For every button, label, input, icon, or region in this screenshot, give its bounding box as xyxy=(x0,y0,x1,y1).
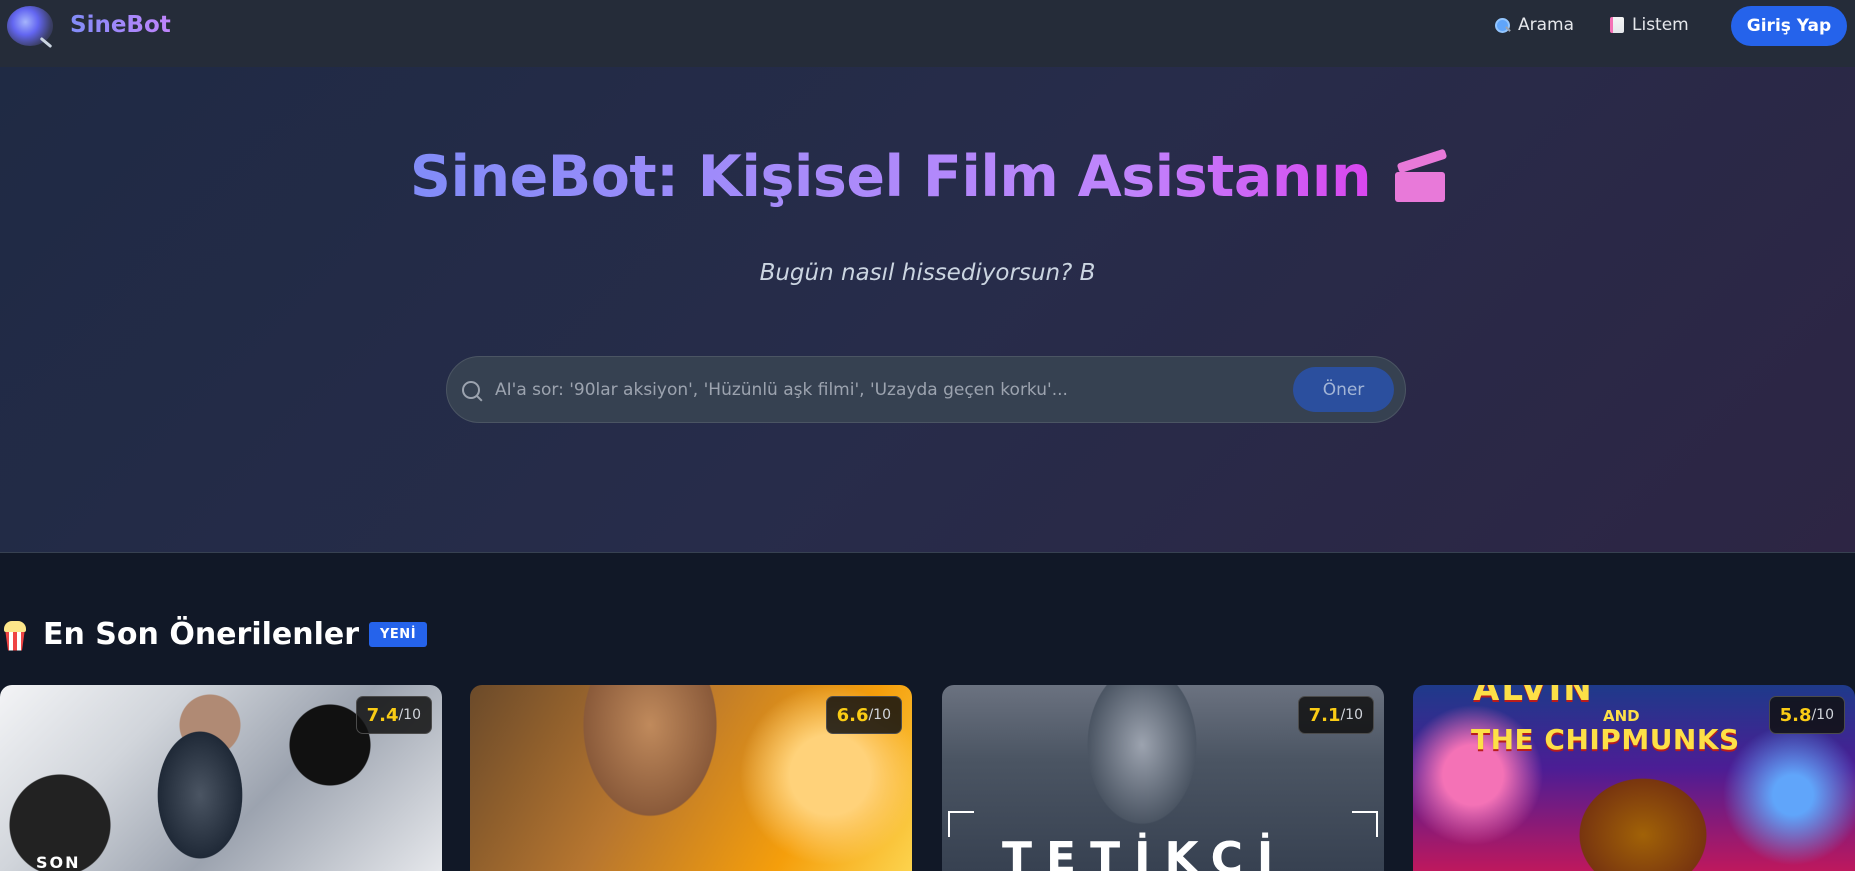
poster-title-text: TETİKÇİ xyxy=(1002,833,1288,871)
movie-card[interactable]: 6.6/10 xyxy=(470,685,912,871)
hero-title-text: SineBot: Kişisel Film Asistanın xyxy=(409,144,1372,210)
rating-max: /10 xyxy=(398,707,421,723)
clapperboard-icon xyxy=(1395,150,1446,202)
rating-score: 5.8 xyxy=(1779,704,1812,726)
film-reel-logo-icon xyxy=(7,6,53,46)
hero-section: SineBot: Kişisel Film Asistanın Bugün na… xyxy=(0,67,1855,553)
rating-max: /10 xyxy=(868,707,891,723)
nav-list-label: Listem xyxy=(1632,15,1689,35)
movie-card[interactable]: SON 7.4/10 xyxy=(0,685,442,871)
rating-badge: 7.4/10 xyxy=(355,696,432,734)
popcorn-icon xyxy=(3,619,27,651)
rating-badge: 5.8/10 xyxy=(1768,696,1845,734)
document-icon xyxy=(1610,17,1624,33)
movie-card[interactable]: ALVIN AND THE CHIPMUNKS 5.8/10 xyxy=(1413,685,1855,871)
rating-max: /10 xyxy=(1811,707,1834,723)
rating-badge: 6.6/10 xyxy=(825,696,902,734)
search-bar: Öner xyxy=(446,356,1406,423)
rating-max: /10 xyxy=(1340,707,1363,723)
new-badge: YENİ xyxy=(369,622,428,647)
section-title: En Son Önerilenler xyxy=(43,617,360,652)
top-navbar: SineBot Arama Listem Giriş Yap xyxy=(0,0,1855,67)
recent-recommendations-header: En Son Önerilenler YENİ xyxy=(3,617,428,652)
magnifier-icon xyxy=(1495,17,1510,33)
search-icon xyxy=(462,381,484,403)
suggest-button[interactable]: Öner xyxy=(1293,367,1394,412)
poster-frame-corner xyxy=(1352,811,1378,837)
rating-score: 7.4 xyxy=(366,704,399,726)
poster-frame-corner xyxy=(948,811,974,837)
search-input[interactable] xyxy=(495,375,1275,405)
logo[interactable] xyxy=(7,6,53,46)
movie-card[interactable]: TETİKÇİ 7.1/10 xyxy=(942,685,1384,871)
brand-name[interactable]: SineBot xyxy=(70,12,171,38)
poster-title-top: ALVIN xyxy=(1473,685,1594,709)
poster-title-text: SON xyxy=(36,853,81,871)
rating-badge: 7.1/10 xyxy=(1297,696,1374,734)
poster-title-text: THE CHIPMUNKS xyxy=(1471,723,1740,756)
hero-subtitle: Bugün nasıl hissediyorsun? B xyxy=(759,260,1096,286)
login-button[interactable]: Giriş Yap xyxy=(1731,6,1847,46)
rating-score: 7.1 xyxy=(1308,704,1341,726)
nav-list-link[interactable]: Listem xyxy=(1610,15,1689,35)
rating-score: 6.6 xyxy=(836,704,869,726)
hero-title: SineBot: Kişisel Film Asistanın xyxy=(0,144,1855,210)
nav-search-link[interactable]: Arama xyxy=(1495,15,1574,35)
nav-search-label: Arama xyxy=(1518,15,1575,35)
